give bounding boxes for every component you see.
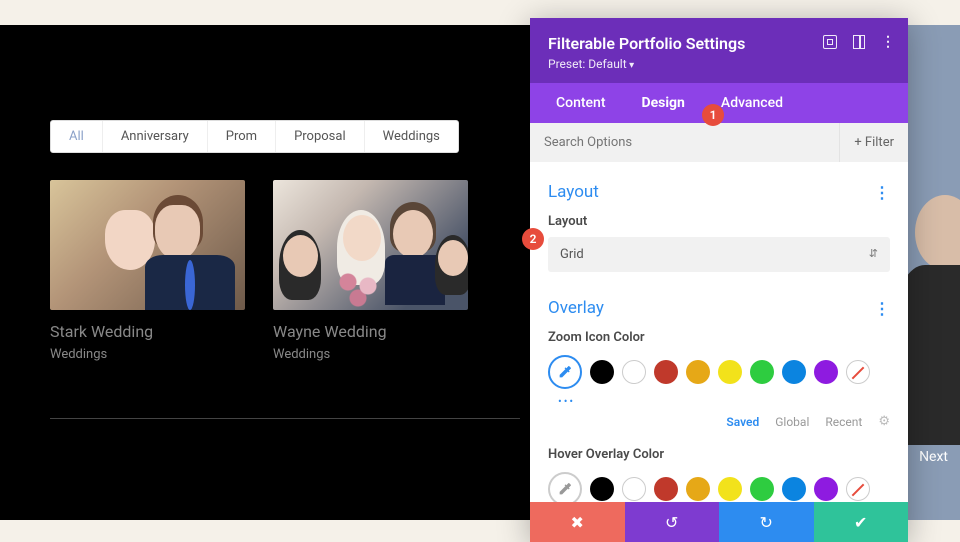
swatch-blue[interactable] <box>782 360 806 384</box>
zoom-color-swatches <box>548 355 890 389</box>
annotation-badge-2: 2 <box>522 228 544 250</box>
preset-dropdown[interactable]: Preset: Default <box>548 57 890 71</box>
search-input[interactable] <box>530 123 839 162</box>
expand-icon[interactable] <box>823 35 837 49</box>
swatch-more-icon[interactable]: ••• <box>558 395 890 408</box>
swatch-purple[interactable] <box>814 360 838 384</box>
swatch-purple[interactable] <box>814 477 838 501</box>
annotation-badge-1: 1 <box>702 104 724 126</box>
cancel-button[interactable]: ✖ <box>530 502 625 542</box>
swatch-yellow[interactable] <box>718 477 742 501</box>
swatch-tab-saved[interactable]: Saved <box>726 415 759 429</box>
color-picker-button[interactable] <box>548 472 582 502</box>
swatch-red[interactable] <box>654 477 678 501</box>
swatch-orange[interactable] <box>686 477 710 501</box>
swatch-black[interactable] <box>590 477 614 501</box>
swatch-black[interactable] <box>590 360 614 384</box>
portfolio-grid: Stark Wedding Weddings Wayne Wedding Wed… <box>50 180 468 362</box>
search-row: + Filter <box>530 123 908 162</box>
section-layout-header[interactable]: Layout ⋮ <box>548 182 890 202</box>
redo-icon: ↻ <box>760 513 773 532</box>
divider <box>50 418 520 419</box>
panel-footer: ✖ ↺ ↻ ✔ <box>530 502 908 542</box>
redo-button[interactable]: ↻ <box>719 502 814 542</box>
zoom-icon-color-label: Zoom Icon Color <box>548 330 890 345</box>
portfolio-card[interactable]: Wayne Wedding Weddings <box>273 180 468 362</box>
section-menu-icon[interactable]: ⋮ <box>874 299 890 318</box>
swatch-none[interactable] <box>846 360 870 384</box>
filter-tab-weddings[interactable]: Weddings <box>365 121 458 152</box>
portfolio-card-category: Weddings <box>50 347 245 362</box>
portfolio-card-category: Weddings <box>273 347 468 362</box>
swatch-red[interactable] <box>654 360 678 384</box>
portfolio-card-title: Stark Wedding <box>50 322 245 341</box>
filter-button[interactable]: + Filter <box>839 123 908 162</box>
swatch-white[interactable] <box>622 360 646 384</box>
portfolio-filter-bar: All Anniversary Prom Proposal Weddings <box>50 120 459 153</box>
portfolio-thumbnail <box>273 180 468 310</box>
swatch-white[interactable] <box>622 477 646 501</box>
close-icon: ✖ <box>571 513 584 532</box>
undo-icon: ↺ <box>665 513 678 532</box>
swatch-preset-tabs: Saved Global Recent ⚙ <box>548 414 890 429</box>
swatch-blue[interactable] <box>782 477 806 501</box>
background-image-right <box>905 25 960 520</box>
section-layout-title: Layout <box>548 182 599 202</box>
filter-tab-all[interactable]: All <box>51 121 103 152</box>
section-menu-icon[interactable]: ⋮ <box>874 183 890 202</box>
tab-design[interactable]: Design <box>624 83 703 123</box>
swatch-none[interactable] <box>846 477 870 501</box>
check-icon: ✔ <box>854 513 867 532</box>
color-picker-button[interactable] <box>548 355 582 389</box>
swatch-green[interactable] <box>750 477 774 501</box>
panel-body: Layout ⋮ Layout Grid Overlay ⋮ Zoom Icon… <box>530 162 908 502</box>
swatch-green[interactable] <box>750 360 774 384</box>
panel-header: Filterable Portfolio Settings Preset: De… <box>530 18 908 83</box>
eyedropper-icon <box>557 481 573 497</box>
section-overlay-title: Overlay <box>548 298 604 318</box>
eyedropper-icon <box>557 364 573 380</box>
tab-content[interactable]: Content <box>538 83 624 123</box>
more-menu-icon[interactable]: ⋮ <box>881 34 894 50</box>
portfolio-card[interactable]: Stark Wedding Weddings <box>50 180 245 362</box>
filter-tab-prom[interactable]: Prom <box>208 121 276 152</box>
hover-overlay-color-label: Hover Overlay Color <box>548 447 890 462</box>
layout-select[interactable]: Grid <box>548 237 890 272</box>
undo-button[interactable]: ↺ <box>625 502 720 542</box>
portfolio-thumbnail <box>50 180 245 310</box>
columns-icon[interactable] <box>853 35 865 49</box>
swatch-tab-recent[interactable]: Recent <box>825 415 862 429</box>
portfolio-card-title: Wayne Wedding <box>273 322 468 341</box>
filter-tab-proposal[interactable]: Proposal <box>276 121 365 152</box>
filter-tab-anniversary[interactable]: Anniversary <box>103 121 208 152</box>
hover-color-swatches <box>548 472 890 502</box>
settings-panel: Filterable Portfolio Settings Preset: De… <box>530 18 908 542</box>
save-button[interactable]: ✔ <box>814 502 909 542</box>
next-link[interactable]: Next <box>919 449 948 465</box>
swatch-orange[interactable] <box>686 360 710 384</box>
gear-icon[interactable]: ⚙ <box>878 414 890 429</box>
section-overlay-header[interactable]: Overlay ⋮ <box>548 298 890 318</box>
swatch-yellow[interactable] <box>718 360 742 384</box>
swatch-tab-global[interactable]: Global <box>775 415 809 429</box>
layout-field-label: Layout <box>548 214 890 229</box>
